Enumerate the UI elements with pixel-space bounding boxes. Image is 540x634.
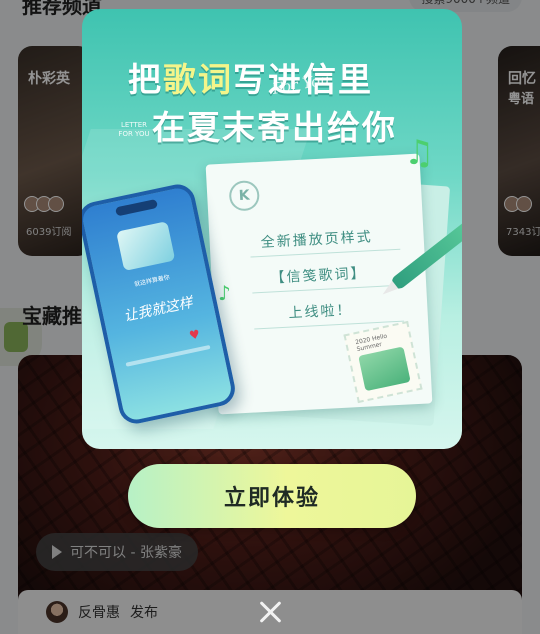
promo-poster: 把歌词写进信里 For You 在夏末寄出给你 LETTER FOR YOU K… (82, 9, 462, 449)
music-note-icon: ♫ (404, 133, 435, 173)
poster-headline-line2: 在夏末寄出给你 (152, 108, 397, 147)
try-now-button[interactable]: 立即体验 (128, 464, 416, 528)
album-cover (116, 221, 176, 272)
music-note-icon: ♪ (218, 281, 231, 305)
poster-side-text: LETTER FOR YOU (118, 121, 150, 138)
close-icon[interactable] (250, 592, 290, 632)
phone-progress-bar (125, 344, 211, 367)
poster-headline-line1: 把歌词写进信里 (128, 60, 373, 99)
heart-icon: ♥ (187, 326, 202, 343)
postmark-stamp: K (228, 180, 261, 212)
phone-lyric: 让我就这样 (122, 294, 195, 325)
summer-stamp: 2020 Hello Summer (343, 320, 423, 404)
